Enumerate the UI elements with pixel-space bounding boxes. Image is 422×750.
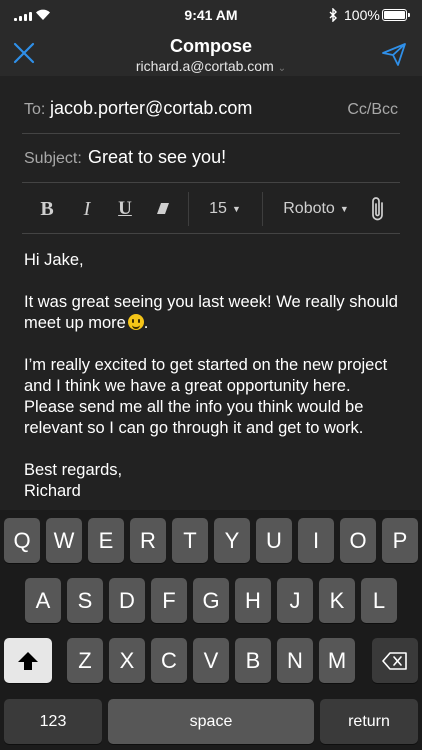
to-label: To: <box>24 101 46 118</box>
account-selector[interactable]: richard.a@cortab.com ⌄ <box>0 58 422 74</box>
body-greeting: Hi Jake, <box>24 251 84 269</box>
key-q[interactable]: Q <box>4 518 40 563</box>
cc-bcc-button[interactable]: Cc/Bcc <box>347 101 398 119</box>
key-f[interactable]: F <box>151 578 187 623</box>
space-key[interactable]: space <box>108 699 314 744</box>
key-y[interactable]: Y <box>214 518 250 563</box>
key-w[interactable]: W <box>46 518 82 563</box>
return-key[interactable]: return <box>320 699 418 744</box>
key-o[interactable]: O <box>340 518 376 563</box>
key-t[interactable]: T <box>172 518 208 563</box>
subject-field[interactable]: Subject: Great to see you! <box>22 135 400 183</box>
backspace-key[interactable] <box>372 638 418 683</box>
battery-icon <box>382 9 407 21</box>
key-p[interactable]: P <box>382 518 418 563</box>
battery-percentage: 100% <box>344 7 380 23</box>
message-body[interactable]: Hi Jake, It was great seeing you last we… <box>24 250 404 502</box>
attach-button[interactable] <box>366 184 390 234</box>
page-title: Compose <box>169 36 252 56</box>
body-signoff: Best regards, Richard <box>24 461 123 500</box>
caret-down-icon: ▼ <box>231 204 241 214</box>
account-email: richard.a@cortab.com <box>135 58 274 74</box>
key-l[interactable]: L <box>361 578 397 623</box>
font-size-value: 15 <box>209 200 227 217</box>
numbers-key[interactable]: 123 <box>4 699 102 744</box>
bold-button[interactable]: B <box>34 184 60 234</box>
backspace-icon <box>382 651 407 670</box>
body-signature: Richard <box>24 482 81 500</box>
key-j[interactable]: J <box>277 578 313 623</box>
key-m[interactable]: M <box>319 638 355 683</box>
clear-format-button[interactable] <box>150 184 176 234</box>
key-r[interactable]: R <box>130 518 166 563</box>
key-s[interactable]: S <box>67 578 103 623</box>
bluetooth-icon <box>329 8 337 22</box>
smiley-emoji-icon <box>127 314 144 330</box>
paperclip-icon <box>372 197 383 221</box>
body-paragraph-1: It was great seeing you last week! We re… <box>24 293 398 332</box>
eraser-icon <box>157 203 169 214</box>
key-u[interactable]: U <box>256 518 292 563</box>
key-c[interactable]: C <box>151 638 187 683</box>
font-family-dropdown[interactable]: Roboto ▼ <box>280 184 352 234</box>
subject-label: Subject: <box>24 150 82 167</box>
key-i[interactable]: I <box>298 518 334 563</box>
caret-down-icon: ▼ <box>339 204 349 214</box>
compose-header: Compose richard.a@cortab.com ⌄ <box>0 30 422 76</box>
font-family-value: Roboto <box>283 200 335 217</box>
status-bar: 9:41 AM 100% <box>0 0 422 30</box>
key-x[interactable]: X <box>109 638 145 683</box>
to-input[interactable]: jacob.porter@cortab.com <box>50 98 252 119</box>
key-v[interactable]: V <box>193 638 229 683</box>
font-size-dropdown[interactable]: 15 ▼ <box>202 184 248 234</box>
underline-button[interactable]: U <box>112 184 138 234</box>
key-k[interactable]: K <box>319 578 355 623</box>
italic-button[interactable]: I <box>74 184 100 234</box>
send-icon[interactable] <box>380 40 408 68</box>
shift-key[interactable] <box>4 638 52 683</box>
shift-arrow-icon <box>18 651 38 670</box>
subject-input[interactable]: Great to see you! <box>88 147 226 168</box>
key-a[interactable]: A <box>25 578 61 623</box>
key-e[interactable]: E <box>88 518 124 563</box>
formatting-toolbar: B I U 15 ▼ Roboto ▼ <box>22 184 400 234</box>
body-paragraph-2: I’m really excited to get started on the… <box>24 356 388 437</box>
key-n[interactable]: N <box>277 638 313 683</box>
to-field[interactable]: To: jacob.porter@cortab.com Cc/Bcc <box>22 86 400 134</box>
key-z[interactable]: Z <box>67 638 103 683</box>
key-h[interactable]: H <box>235 578 271 623</box>
key-g[interactable]: G <box>193 578 229 623</box>
chevron-down-icon: ⌄ <box>277 63 287 74</box>
key-d[interactable]: D <box>109 578 145 623</box>
keyboard: Q W E R T Y U I O P A S D F G H J K L Z … <box>0 510 422 750</box>
key-b[interactable]: B <box>235 638 271 683</box>
